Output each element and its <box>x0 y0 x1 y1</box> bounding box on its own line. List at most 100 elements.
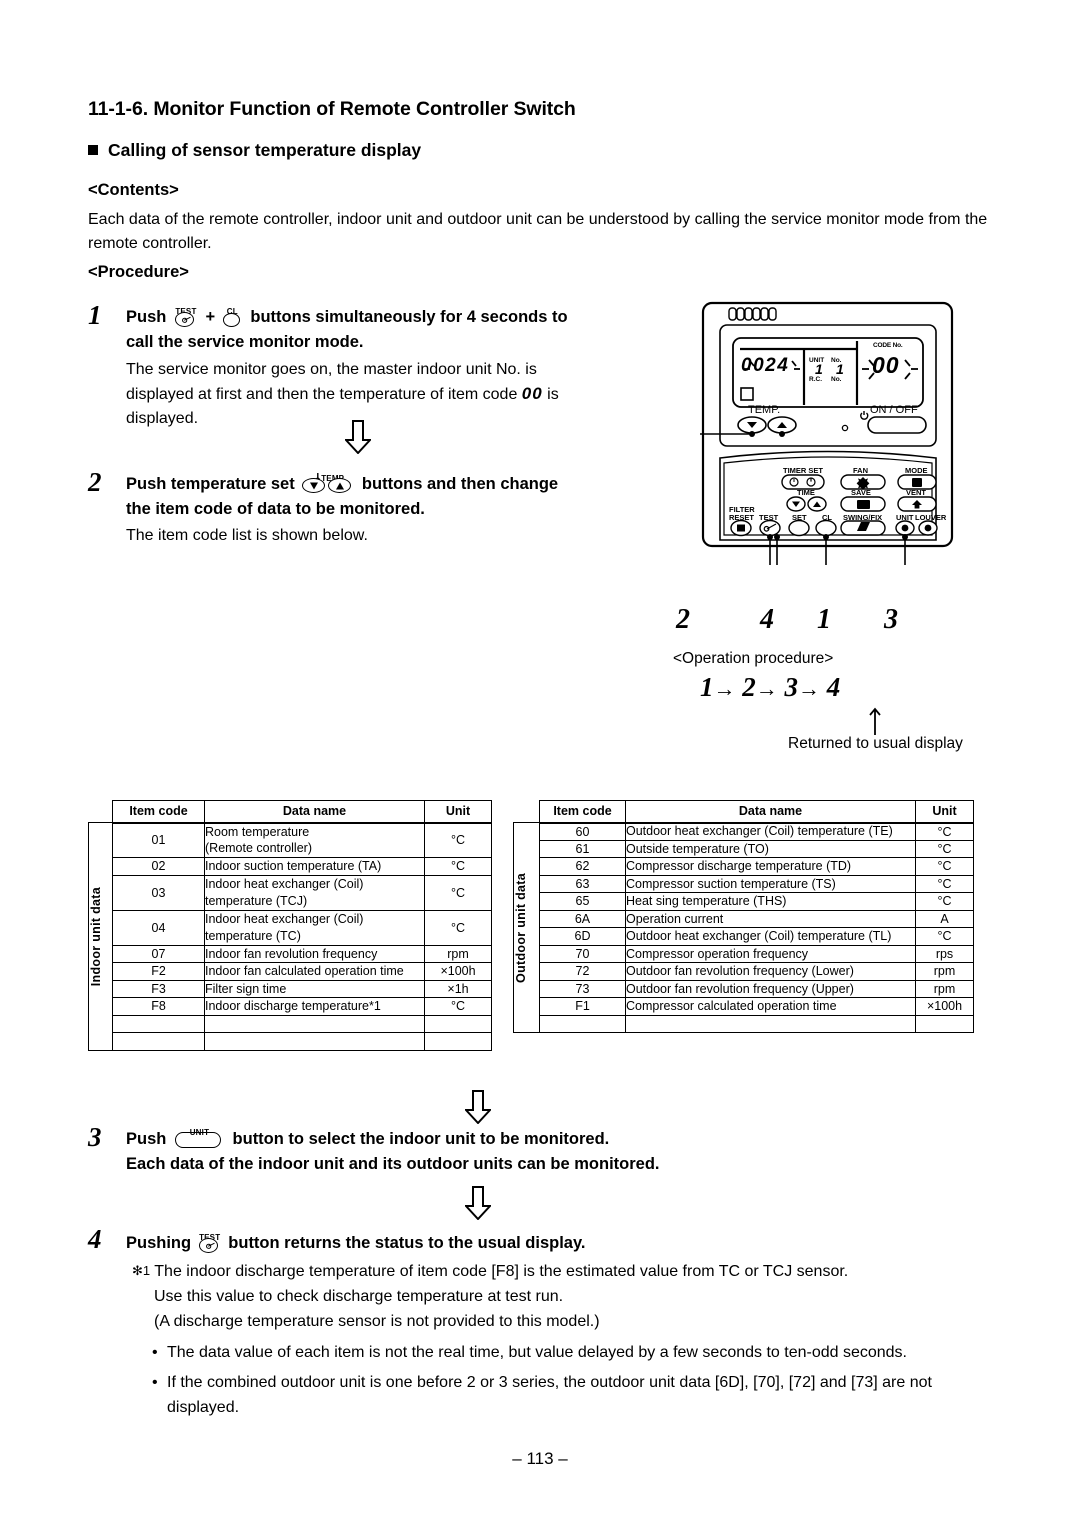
unit-button-icon: UNIT <box>174 1128 224 1149</box>
outdoor-name-6: Outdoor heat exchanger (Coil) temperatur… <box>625 927 916 946</box>
outdoor-unit-9: rpm <box>915 979 974 998</box>
step-3-number: 3 <box>88 1122 102 1152</box>
remote-controller-diagram: 0024 UNIT No. R.C. No. 1 1 CODE No. 00 T… <box>687 297 990 599</box>
table-row: Indoor unit data 01 Room temperature °C <box>88 822 492 1051</box>
reset-label: RESET <box>729 513 755 522</box>
table-row: 63 Compressor suction temperature (TS) °… <box>514 874 974 893</box>
indoor-code-3: 04 <box>112 909 205 946</box>
indoor-name-6: Filter sign time <box>204 979 425 998</box>
table-row-filler <box>514 1014 974 1033</box>
flow-arrow-icon-2 <box>465 1090 491 1124</box>
footnote-star-marker: ✻1 <box>132 1263 151 1278</box>
footnote-bullet-2: If the combined outdoor unit is one befo… <box>150 1370 1000 1420</box>
flow-arrow-icon-3 <box>465 1186 491 1220</box>
indoor-th-data-name: Data name <box>204 800 425 824</box>
indoor-filler-code-2 <box>112 1032 205 1051</box>
page-title: 11-1-6. Monitor Function of Remote Contr… <box>88 98 576 120</box>
step-1-desc-line-3: displayed. <box>126 410 199 427</box>
outdoor-th-item-code: Item code <box>539 800 626 824</box>
outdoor-filler-name <box>625 1014 916 1033</box>
footnote-star-line-2: Use this value to check discharge temper… <box>154 1288 564 1305</box>
unit-button-caption: UNIT <box>189 1128 210 1138</box>
indoor-th-item-code: Item code <box>112 800 205 824</box>
indoor-unit-0: °C <box>424 822 492 858</box>
subsection-title-text: Calling of sensor temperature display <box>108 140 422 160</box>
wrench-glyph <box>182 316 191 323</box>
outdoor-name-8: Outdoor fan revolution frequency (Lower) <box>625 962 916 981</box>
table-row: 61 Outside temperature (TO) °C <box>514 839 974 858</box>
step-2-text-c: the item code of data to be monitored. <box>126 500 425 518</box>
callout-number-temp: 2 <box>676 604 690 635</box>
swing-fix-label: SWING/FIX <box>843 513 883 522</box>
outdoor-name-9: Outdoor fan revolution frequency (Upper) <box>625 979 916 998</box>
table-row: 72 Outdoor fan revolution frequency (Low… <box>514 962 974 981</box>
table-row-filler <box>89 1032 492 1051</box>
step-1-desc-line-2: displayed at first and then the temperat… <box>126 382 666 407</box>
test-button-oval-step4 <box>198 1237 218 1253</box>
indoor-filler-code <box>112 1014 205 1033</box>
outdoor-name-5: Operation current <box>625 909 916 928</box>
outdoor-code-8: 72 <box>539 962 626 981</box>
table-row: 04 Indoor heat exchanger (Coil) °C <box>89 909 492 946</box>
step-2-number: 2 <box>88 467 102 497</box>
indoor-unit-5: ×100h <box>424 962 492 981</box>
outdoor-side-spacer <box>514 801 540 823</box>
step-2-text-a: Push temperature set <box>126 475 295 493</box>
step-1-plus: + <box>205 308 216 326</box>
item-code-value: 00 <box>521 384 543 403</box>
outdoor-code-6: 6D <box>539 927 626 946</box>
outdoor-unit-3: °C <box>915 874 974 893</box>
table-row: F2 Indoor fan calculated operation time … <box>89 962 492 981</box>
table-row: Outdoor unit data 60 Outdoor heat exchan… <box>513 822 974 1033</box>
indoor-filler-name <box>204 1014 425 1033</box>
outdoor-code-2: 62 <box>539 857 626 876</box>
footnote-bullet-1: The data value of each item is not the r… <box>150 1340 1000 1365</box>
louver-label: LOUVER <box>915 513 947 522</box>
table-row: 6D Outdoor heat exchanger (Coil) tempera… <box>514 927 974 946</box>
step-1-desc-line-1: The service monitor goes on, the master … <box>126 361 537 378</box>
indoor-name-3b: temperature (TC) <box>204 927 425 946</box>
indoor-side-label: Indoor unit data <box>89 886 103 986</box>
table-row: 07 Indoor fan revolution frequency rpm <box>89 944 492 963</box>
step-1-desc-line-2b: is <box>547 386 559 403</box>
indoor-name-0b: (Remote controller) <box>204 840 425 858</box>
footnote-star-line-1: ✻1 The indoor discharge temperature of i… <box>132 1258 992 1284</box>
seq-step-3: 3 <box>784 672 799 702</box>
outdoor-name-4: Heat sing temperature (THS) <box>625 892 916 911</box>
table-row: F3 Filter sign time ×1h <box>89 979 492 998</box>
outdoor-filler-code <box>539 1014 626 1033</box>
outdoor-side-label: Outdoor unit data <box>514 872 528 983</box>
step-2-desc-line-1: The item code list is shown below. <box>126 527 368 544</box>
outdoor-th-unit: Unit <box>915 800 974 824</box>
table-row: F1 Compressor calculated operation time … <box>514 997 974 1016</box>
indoor-code-6: F3 <box>112 979 205 998</box>
step-1-text-a: Push <box>126 308 167 326</box>
indoor-code-4: 07 <box>112 944 205 963</box>
onoff-label: ON / OFF <box>870 404 918 416</box>
outdoor-code-0: 60 <box>539 822 626 841</box>
indoor-unit-3: °C <box>424 909 492 946</box>
indoor-code-0: 01 <box>112 822 205 858</box>
set-label: SET <box>792 513 807 522</box>
timer-set-label: TIMER SET <box>783 466 824 475</box>
cl-button-icon: CL <box>222 307 242 327</box>
outdoor-unit-7: rps <box>915 944 974 963</box>
table-row: 65 Heat sing temperature (THS) °C <box>514 892 974 911</box>
indoor-side-label-cell: Indoor unit data <box>88 822 113 1051</box>
indoor-name-2a: Indoor heat exchanger (Coil) <box>204 874 425 893</box>
indoor-side-spacer <box>89 801 113 823</box>
footnote-star-line-3: (A discharge temperature sensor is not p… <box>154 1313 600 1330</box>
step-4-text-a: Pushing <box>126 1234 192 1252</box>
indoor-code-1: 02 <box>112 857 205 876</box>
step-3-body: Push UNIT button to select the indoor un… <box>126 1127 996 1177</box>
step-1-text-c: call the service monitor mode. <box>126 333 364 351</box>
outdoor-name-2: Compressor discharge temperature (TD) <box>625 857 916 876</box>
step-3-text-b: button to select the indoor unit to be m… <box>232 1130 610 1148</box>
outdoor-unit-data-table: Item code Data name Unit Outdoor unit da… <box>513 800 974 1033</box>
indoor-name-5: Indoor fan calculated operation time <box>204 962 425 981</box>
unit-label: UNIT <box>896 513 914 522</box>
time-label: TIME <box>797 488 815 497</box>
indoor-unit-data-table: Item code Data name Unit Indoor unit dat… <box>88 800 492 1051</box>
outdoor-unit-1: °C <box>915 839 974 858</box>
step-1-text-b: buttons simultaneously for 4 seconds to <box>250 308 568 326</box>
